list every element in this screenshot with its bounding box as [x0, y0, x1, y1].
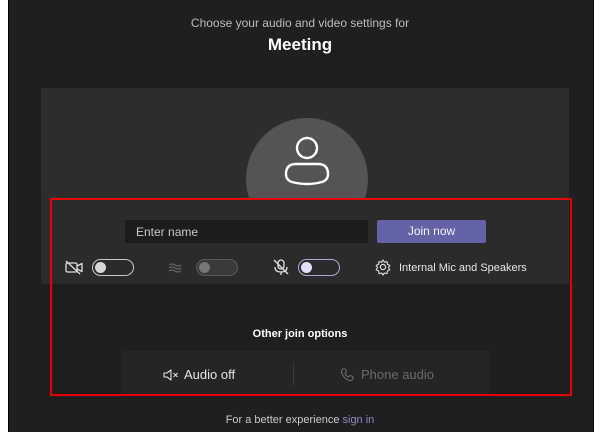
- phone-audio-option: Phone audio: [339, 366, 434, 383]
- footer-text: For a better experience: [225, 414, 340, 426]
- join-now-button[interactable]: Join now: [377, 220, 486, 243]
- sign-in-link[interactable]: sign in: [343, 414, 375, 426]
- page-subtitle: Choose your audio and video settings for: [190, 16, 410, 30]
- page-title: Meeting: [267, 35, 333, 54]
- phone-icon: [339, 367, 355, 383]
- other-join-options-title: Other join options: [252, 328, 348, 340]
- camera-off-icon[interactable]: [64, 257, 86, 277]
- mic-off-icon[interactable]: [270, 257, 292, 277]
- gear-icon[interactable]: [373, 257, 393, 277]
- avatar: [246, 118, 368, 240]
- audio-off-label: Audio off: [184, 367, 236, 383]
- camera-toggle[interactable]: [92, 259, 134, 276]
- speaker-off-icon: [162, 367, 180, 383]
- footer: For a better experience sign in: [0, 414, 600, 426]
- background-blur-icon: [166, 257, 186, 277]
- name-input[interactable]: [125, 220, 368, 243]
- background-toggle: [196, 259, 238, 276]
- mic-toggle[interactable]: [298, 259, 340, 276]
- options-divider: [293, 362, 294, 386]
- device-settings-label[interactable]: Internal Mic and Speakers: [399, 262, 527, 274]
- audio-off-option[interactable]: Audio off: [162, 366, 235, 383]
- phone-audio-label: Phone audio: [361, 367, 435, 383]
